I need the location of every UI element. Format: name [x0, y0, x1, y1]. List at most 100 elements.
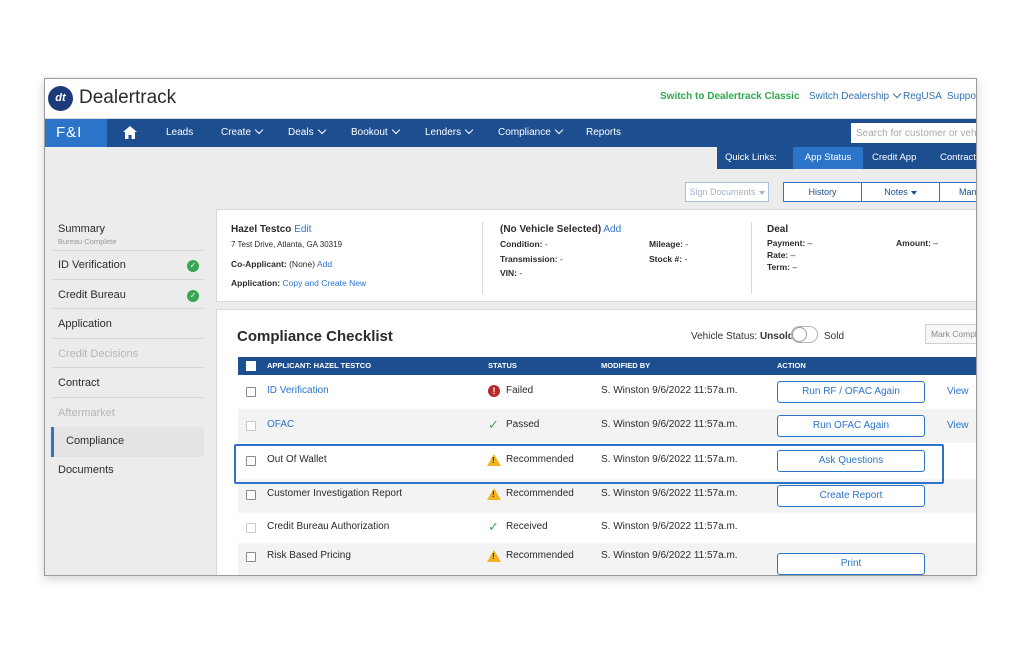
sidebar-divider: [53, 250, 203, 251]
chevron-down-icon: [317, 125, 326, 135]
vehicle-status-label: Vehicle Status:: [691, 331, 758, 342]
support-link[interactable]: Suppo: [947, 91, 976, 102]
error-icon: !: [488, 385, 500, 397]
application-label: Application:: [231, 278, 281, 288]
nav-leads[interactable]: Leads: [166, 119, 193, 147]
stock-label: Stock #:: [649, 254, 683, 264]
transmission-label: Transmission:: [500, 254, 558, 264]
sign-documents-label: Sign Documents: [689, 187, 756, 197]
check-icon: ✓: [488, 519, 499, 534]
sidebar-item-id-verification[interactable]: ID Verification: [58, 259, 203, 271]
payment-label: Payment:: [767, 238, 806, 248]
sidebar-divider: [53, 338, 203, 339]
nav-lenders[interactable]: Lenders: [425, 119, 474, 147]
quick-link-credit-app[interactable]: Credit App: [872, 147, 916, 169]
view-link[interactable]: View: [947, 420, 969, 431]
sign-documents-button[interactable]: Sign Documents: [685, 182, 769, 202]
item-name: Credit Bureau Authorization: [267, 521, 390, 532]
sold-label: Sold: [824, 331, 845, 342]
history-button[interactable]: History: [783, 182, 862, 202]
add-co-applicant-link[interactable]: Add: [317, 259, 332, 269]
sidebar-summary-status: Bureau Complete: [58, 237, 117, 246]
table-row: Risk Based Pricing ! Recommended S. Wins…: [238, 543, 976, 575]
main-nav: F&I Leads Create Deals Bookout Lenders C…: [45, 119, 976, 147]
notes-button[interactable]: Notes: [861, 182, 940, 202]
sidebar-item-documents[interactable]: Documents: [58, 464, 203, 476]
view-link[interactable]: View: [947, 386, 969, 397]
nav-deals[interactable]: Deals: [288, 119, 326, 147]
fi-section-tab[interactable]: F&I: [45, 119, 107, 147]
amount-value: –: [933, 238, 939, 248]
sidebar-item-application[interactable]: Application: [58, 318, 203, 330]
chevron-down-icon: [892, 89, 902, 99]
term-value: –: [792, 262, 798, 272]
quick-links-label: Quick Links:: [725, 152, 777, 163]
item-name-link[interactable]: OFAC: [267, 419, 294, 430]
co-applicant-label: Co-Applicant:: [231, 259, 287, 269]
caret-down-icon: [758, 190, 765, 195]
sidebar-item-contract[interactable]: Contract: [58, 377, 203, 389]
deal-title: Deal: [767, 224, 789, 235]
sidebar-item-aftermarket: Aftermarket: [58, 407, 115, 419]
sidebar-item-summary[interactable]: Summary: [58, 223, 203, 235]
mileage-label: Mileage:: [649, 239, 684, 249]
switch-classic-link[interactable]: Switch to Dealertrack Classic: [660, 91, 800, 102]
nav-create[interactable]: Create: [221, 119, 264, 147]
dealertrack-logo-icon: dt: [48, 86, 73, 111]
create-report-button[interactable]: Create Report: [777, 485, 925, 507]
row-checkbox[interactable]: [246, 552, 256, 562]
row-checkbox[interactable]: [246, 490, 256, 500]
print-button[interactable]: Print: [777, 553, 925, 575]
add-vehicle-link[interactable]: Add: [603, 224, 621, 235]
nav-lenders-label: Lenders: [425, 127, 462, 138]
check-icon: ✓: [488, 417, 499, 432]
switch-dealership-menu[interactable]: Switch Dealership: [809, 89, 902, 102]
row-highlight-outline: [234, 444, 944, 484]
sidebar-item-credit-bureau[interactable]: Credit Bureau: [58, 289, 203, 301]
header-status: Status: [488, 361, 517, 370]
sidebar-item-compliance[interactable]: Compliance: [66, 435, 211, 447]
status-text: Received: [506, 521, 548, 532]
run-rf-ofac-button[interactable]: Run RF / OFAC Again: [777, 381, 925, 403]
modified-by: S. Winston 9/6/2022 11:57a.m.: [601, 521, 738, 532]
check-circle-icon: ✓: [187, 260, 199, 272]
select-all-checkbox[interactable]: [246, 361, 256, 371]
rate-label: Rate:: [767, 250, 789, 260]
header-modified-by: Modified By: [601, 361, 651, 370]
warning-mark: !: [492, 490, 495, 499]
compliance-checklist-panel: Compliance Checklist Vehicle Status: Uns…: [216, 309, 976, 575]
item-name-link[interactable]: ID Verification: [267, 385, 329, 396]
nav-reports[interactable]: Reports: [586, 119, 621, 147]
sidebar-divider: [53, 308, 203, 309]
row-checkbox: [246, 523, 256, 533]
item-name: Risk Based Pricing: [267, 550, 351, 561]
mark-complete-button[interactable]: Mark Complete: [925, 324, 976, 344]
nav-bookout[interactable]: Bookout: [351, 119, 400, 147]
quick-link-contract[interactable]: Contract: [940, 147, 976, 169]
sold-toggle[interactable]: [791, 326, 818, 343]
sidebar-item-credit-decisions: Credit Decisions: [58, 348, 139, 360]
run-ofac-button[interactable]: Run OFAC Again: [777, 415, 925, 437]
chevron-down-icon: [554, 125, 564, 135]
rate-value: –: [790, 250, 796, 260]
chevron-down-icon: [391, 125, 400, 135]
card-divider: [751, 222, 752, 294]
quick-links-bar: Quick Links: App Status Credit App Contr…: [717, 147, 976, 169]
condition-value: -: [544, 239, 548, 249]
row-checkbox[interactable]: [246, 387, 256, 397]
transmission-value: -: [560, 254, 563, 264]
copy-create-new-link[interactable]: Copy and Create New: [282, 278, 366, 288]
vehicle-status: Vehicle Status: Unsold: [691, 331, 794, 342]
table-header: Applicant: Hazel Testco Status Modified …: [238, 357, 976, 375]
regusa-link[interactable]: RegUSA: [903, 91, 942, 102]
nav-compliance[interactable]: Compliance: [498, 119, 564, 147]
customer-search-input[interactable]: [851, 123, 976, 143]
home-icon[interactable]: [123, 126, 137, 139]
quick-link-app-status[interactable]: App Status: [793, 147, 863, 169]
nav-deals-label: Deals: [288, 127, 314, 138]
manage-button[interactable]: Mana: [939, 182, 976, 202]
condition-label: Condition:: [500, 239, 543, 249]
page-title: Compliance Checklist: [237, 328, 393, 345]
check-circle-icon: ✓: [187, 290, 199, 302]
edit-customer-link[interactable]: Edit: [294, 224, 311, 235]
